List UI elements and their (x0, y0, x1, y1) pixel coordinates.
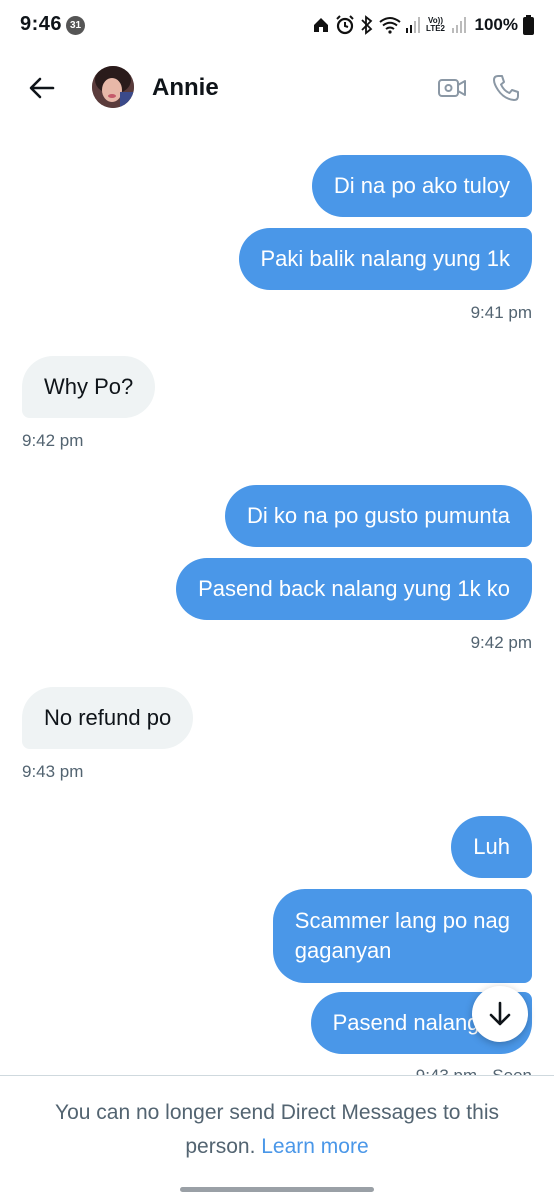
conversation-header: Annie (0, 52, 554, 124)
signal-2-icon (451, 17, 466, 33)
message-timestamp: 9:43 pm (22, 762, 84, 781)
sent-message[interactable]: Luh (451, 816, 532, 878)
voice-call-button[interactable] (490, 72, 522, 104)
sent-message[interactable]: Scammer lang po nag gaganyan (272, 889, 532, 983)
bluetooth-icon (360, 15, 372, 35)
battery-percent: 100% (474, 15, 518, 34)
back-arrow-icon (29, 77, 55, 99)
arrow-down-icon (489, 1001, 511, 1026)
volte-label: Vo)) LTE2 (426, 16, 445, 33)
back-button[interactable] (22, 70, 62, 106)
dm-disabled-notice: You can no longer send Direct Messages t… (30, 1096, 524, 1164)
battery-icon (523, 15, 534, 35)
sent-message[interactable]: Paki balik nalang yung 1k (238, 228, 532, 290)
video-camera-icon (438, 79, 466, 97)
calendar-badge-icon: 31 (66, 16, 85, 35)
status-icons: Vo)) LTE2 100% (312, 12, 534, 38)
learn-more-link[interactable]: Learn more (261, 1135, 368, 1158)
sent-message[interactable]: Di ko na po gusto pumunta (225, 485, 532, 547)
wifi-icon (378, 17, 401, 34)
message-timestamp: 9:42 pm (22, 431, 84, 450)
home-icon (313, 18, 328, 32)
avatar-image (92, 66, 134, 108)
avatar[interactable] (92, 66, 134, 108)
contact-name[interactable]: Annie (152, 74, 219, 102)
message-timestamp: 9:41 pm (470, 303, 532, 322)
status-bar: 9:46 31 Vo)) LTE2 100% (0, 0, 554, 52)
phone-icon (493, 75, 519, 101)
video-call-button[interactable] (436, 72, 468, 104)
sent-message[interactable]: Di na po ako tuloy (311, 155, 532, 217)
status-time: 9:46 (20, 13, 63, 35)
scroll-to-bottom-button[interactable] (472, 986, 528, 1042)
home-indicator[interactable] (180, 1187, 374, 1192)
sent-message[interactable]: Pasend back nalang yung 1k ko (176, 558, 532, 620)
received-message[interactable]: No refund po (22, 687, 194, 749)
message-timestamp: 9:42 pm (470, 633, 532, 652)
received-message[interactable]: Why Po? (22, 356, 156, 418)
alarm-icon (335, 15, 354, 35)
signal-icon (405, 17, 420, 33)
dm-disabled-footer: You can no longer send Direct Messages t… (0, 1075, 554, 1200)
